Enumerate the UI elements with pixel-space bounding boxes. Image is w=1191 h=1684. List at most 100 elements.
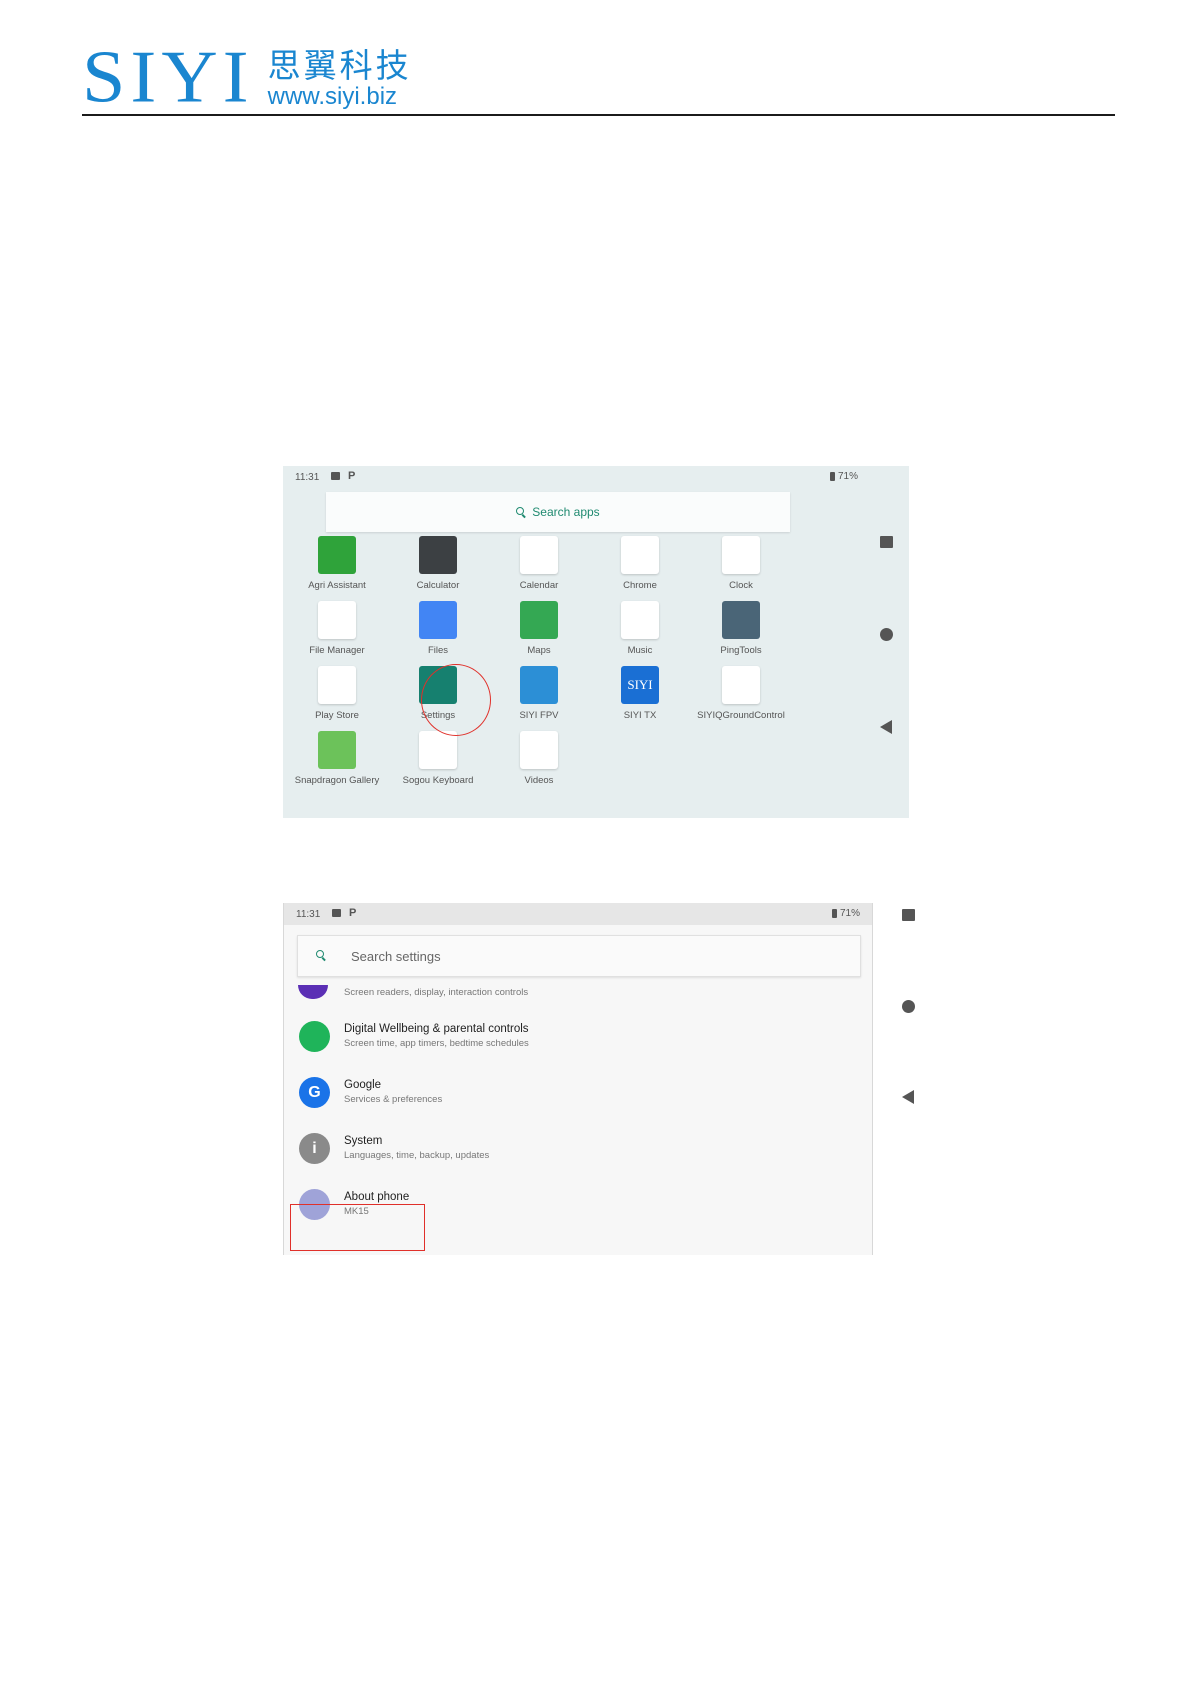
play-store-icon-glyph bbox=[318, 666, 356, 704]
app-pingtools[interactable]: PingTools bbox=[691, 601, 791, 663]
siyi-logo: SIYI 思翼科技 www.siyi.biz bbox=[82, 35, 412, 118]
about-phone-highlight-box bbox=[290, 1204, 425, 1251]
recents-square-icon[interactable] bbox=[902, 909, 915, 921]
logo-url: www.siyi.biz bbox=[267, 83, 398, 110]
pingtools-icon bbox=[722, 601, 760, 639]
search-apps-label: Search apps bbox=[532, 505, 600, 519]
siyi-tx-icon: SIYI bbox=[621, 666, 659, 704]
image-notification-icon bbox=[332, 909, 341, 917]
partial-row-subtitle[interactable]: Screen readers, display, interaction con… bbox=[344, 987, 528, 998]
maps-icon bbox=[520, 601, 558, 639]
chrome-icon-glyph bbox=[621, 536, 659, 574]
siyi-fpv-icon-glyph bbox=[520, 666, 558, 704]
image-notification-icon bbox=[331, 472, 340, 480]
settings-highlight-circle bbox=[421, 664, 491, 736]
chrome-icon bbox=[621, 536, 659, 574]
app-snapdragon-gallery[interactable]: Snapdragon Gallery bbox=[287, 731, 387, 793]
settings-row-google[interactable]: G Google Services & preferences bbox=[284, 1077, 872, 1131]
app-calendar[interactable]: Calendar bbox=[489, 536, 589, 598]
digital-wellbeing-icon bbox=[299, 1021, 330, 1052]
settings-row-title: Digital Wellbeing & parental controls bbox=[344, 1023, 529, 1035]
battery-icon bbox=[829, 472, 835, 481]
system-info-icon: i bbox=[299, 1133, 330, 1164]
document-header: SIYI 思翼科技 www.siyi.biz bbox=[82, 35, 1115, 118]
settings-row-title: About phone bbox=[344, 1191, 410, 1203]
accessibility-icon bbox=[298, 985, 328, 999]
calendar-icon-glyph bbox=[520, 536, 558, 574]
navigation-bar bbox=[849, 466, 909, 818]
battery-status: 71% bbox=[831, 908, 860, 919]
sogou-keyboard-icon bbox=[419, 731, 457, 769]
home-circle-icon[interactable] bbox=[880, 628, 893, 641]
app-calculator[interactable]: Calculator bbox=[388, 536, 488, 598]
siyi-tx-icon-glyph: SIYI bbox=[627, 677, 653, 692]
app-clock[interactable]: Clock bbox=[691, 536, 791, 598]
status-bar: 11:31 P 71% bbox=[284, 903, 872, 925]
settings-row-title: System bbox=[344, 1135, 383, 1147]
app-sogou-keyboard[interactable]: Sogou Keyboard bbox=[388, 731, 488, 793]
app-chrome[interactable]: Chrome bbox=[590, 536, 690, 598]
app-siyi-tx[interactable]: SIYI SIYI TX bbox=[590, 666, 690, 728]
app-music[interactable]: Music bbox=[590, 601, 690, 663]
gallery-icon-glyph bbox=[318, 731, 356, 769]
app-label: PingTools bbox=[720, 645, 762, 656]
status-bar: 11:31 P 71% bbox=[283, 466, 909, 488]
p-notification-icon: P bbox=[348, 470, 356, 482]
home-circle-icon[interactable] bbox=[902, 1000, 915, 1013]
app-play-store[interactable]: Play Store bbox=[287, 666, 387, 728]
music-icon bbox=[621, 601, 659, 639]
launcher-screenshot: 11:31 P 71% Search apps Agri Assistant Ca… bbox=[283, 466, 909, 818]
play-store-icon bbox=[318, 666, 356, 704]
app-siyiqgroundcontrol[interactable]: SIYIQGroundControl bbox=[691, 666, 791, 728]
qgroundcontrol-icon bbox=[722, 666, 760, 704]
file-manager-icon-glyph bbox=[318, 601, 356, 639]
p-notification-icon: P bbox=[349, 907, 357, 919]
files-icon bbox=[419, 601, 457, 639]
files-icon-glyph bbox=[419, 601, 457, 639]
app-files[interactable]: Files bbox=[388, 601, 488, 663]
logo-latin: SIYI bbox=[82, 35, 254, 118]
maps-icon-glyph bbox=[520, 601, 558, 639]
search-settings-placeholder: Search settings bbox=[351, 949, 441, 964]
battery-icon bbox=[831, 909, 837, 918]
search-icon bbox=[516, 507, 526, 517]
recents-square-icon[interactable] bbox=[880, 536, 893, 548]
back-triangle-icon[interactable] bbox=[880, 720, 892, 734]
back-triangle-icon[interactable] bbox=[902, 1090, 914, 1104]
calculator-icon bbox=[419, 536, 457, 574]
settings-row-digital-wellbeing-parental-controls[interactable]: Digital Wellbeing & parental controls Scr… bbox=[284, 1021, 872, 1075]
app-label: Videos bbox=[524, 775, 554, 786]
music-icon-glyph bbox=[621, 601, 659, 639]
status-time: 11:31 bbox=[295, 472, 320, 483]
app-label: SIYIQGroundControl bbox=[697, 710, 785, 721]
settings-screenshot: 11:31 P 71% Search settings Screen reade… bbox=[283, 903, 873, 1255]
calculator-icon-glyph bbox=[419, 536, 457, 574]
search-settings-bar[interactable]: Search settings bbox=[297, 935, 861, 977]
videos-icon bbox=[520, 731, 558, 769]
settings-row-system[interactable]: i System Languages, time, backup, updates bbox=[284, 1133, 872, 1187]
app-agri-assistant[interactable]: Agri Assistant bbox=[287, 536, 387, 598]
header-divider bbox=[82, 114, 1115, 116]
app-label: Clock bbox=[729, 580, 753, 591]
gallery-icon bbox=[318, 731, 356, 769]
app-maps[interactable]: Maps bbox=[489, 601, 589, 663]
app-siyi-fpv[interactable]: SIYI FPV bbox=[489, 666, 589, 728]
battery-percent: 71% bbox=[839, 908, 860, 919]
search-apps-bar[interactable]: Search apps bbox=[326, 492, 790, 532]
agri-assistant-icon bbox=[318, 536, 356, 574]
settings-row-subtitle: Languages, time, backup, updates bbox=[344, 1150, 490, 1161]
qgroundcontrol-icon-glyph bbox=[722, 666, 760, 704]
file-manager-icon bbox=[318, 601, 356, 639]
app-videos[interactable]: Videos bbox=[489, 731, 589, 793]
navigation-bar bbox=[871, 903, 931, 1255]
app-file-manager[interactable]: File Manager bbox=[287, 601, 387, 663]
sogou-keyboard-icon-glyph bbox=[419, 731, 457, 769]
clock-icon bbox=[722, 536, 760, 574]
search-icon bbox=[316, 950, 326, 960]
logo-chinese: 思翼科技 bbox=[267, 46, 412, 85]
settings-row-subtitle: Screen time, app timers, bedtime schedul… bbox=[344, 1038, 529, 1049]
status-time: 11:31 bbox=[296, 909, 321, 920]
settings-row-title: Google bbox=[344, 1079, 382, 1091]
calendar-icon bbox=[520, 536, 558, 574]
agri-assistant-icon-glyph bbox=[318, 536, 356, 574]
